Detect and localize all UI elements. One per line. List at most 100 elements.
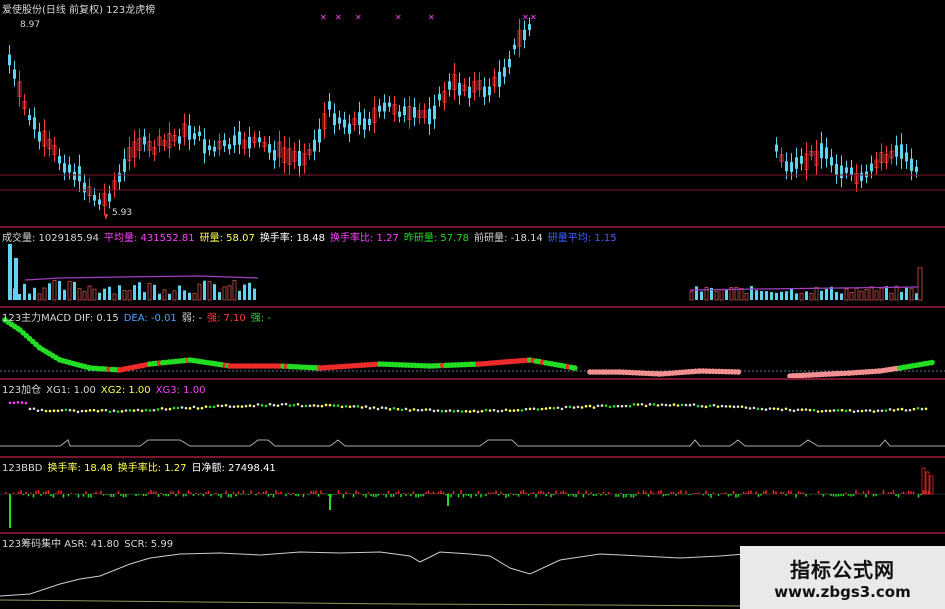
volume-bar bbox=[77, 288, 82, 301]
join-dot bbox=[308, 404, 312, 408]
join-dot bbox=[764, 408, 768, 411]
volume-bar bbox=[739, 288, 744, 301]
join-dot bbox=[444, 409, 448, 413]
join-dot bbox=[516, 408, 520, 412]
volume-bar bbox=[760, 290, 763, 300]
volume-panel[interactable]: 成交量: 1029185.94 平均量: 431552.81 研量: 58.07 换手… bbox=[0, 228, 945, 306]
join-dot bbox=[428, 408, 432, 411]
volume-legend-value: 平均量: 431552.81 bbox=[104, 233, 195, 244]
volume-bar bbox=[849, 292, 854, 301]
join-dot bbox=[28, 407, 32, 411]
join-dot bbox=[232, 405, 236, 408]
join-dot bbox=[912, 407, 916, 411]
stock-chart-window: ✕ ✕ ✕ ✕ ✕ ✕ ✕ 爱使股份(日线 前复权) 123龙虎榜 8.97 5.93 成交… bbox=[0, 0, 945, 609]
volume-bar bbox=[188, 292, 191, 300]
volume-bar bbox=[162, 289, 167, 301]
join-dot bbox=[92, 408, 96, 412]
join-dot bbox=[792, 409, 796, 413]
volume-bar bbox=[785, 291, 788, 300]
volume-bar bbox=[213, 284, 216, 300]
volume-bar bbox=[725, 289, 728, 300]
join-dot bbox=[548, 406, 552, 410]
join-dot bbox=[644, 404, 648, 408]
join-dot bbox=[364, 405, 368, 408]
volume-bar bbox=[218, 292, 221, 300]
candle-body bbox=[900, 144, 903, 159]
join-dot bbox=[804, 408, 808, 411]
signal-marker: ✕ bbox=[355, 13, 362, 22]
join-dot bbox=[664, 403, 668, 407]
join-dot bbox=[908, 408, 912, 412]
join-dot bbox=[884, 409, 888, 412]
join-dot bbox=[260, 404, 264, 407]
volume-bar bbox=[719, 289, 724, 301]
join-dot bbox=[776, 407, 780, 411]
join-dot bbox=[380, 406, 384, 409]
join-dot bbox=[332, 404, 336, 407]
candle-body bbox=[328, 101, 331, 110]
join-dot bbox=[616, 404, 620, 408]
candlestick-chart[interactable]: ✕ ✕ ✕ ✕ ✕ ✕ ✕ bbox=[0, 0, 945, 226]
volume-legend-value: 研量: 58.07 bbox=[199, 233, 255, 244]
volume-bar bbox=[859, 290, 864, 301]
price-panel-title: 爱使股份(日线 前复权) 123龙虎榜 bbox=[2, 1, 160, 16]
candle-body bbox=[338, 117, 341, 124]
volume-bar bbox=[63, 289, 66, 300]
join-panel[interactable]: 123加仓 XG1: 1.00 XG2: 1.00 XG3: 1.00 bbox=[0, 380, 945, 456]
join-dot bbox=[240, 405, 244, 408]
join-dot bbox=[304, 404, 308, 408]
candle-body bbox=[433, 105, 436, 120]
join-dot bbox=[156, 408, 160, 411]
join-dot bbox=[464, 409, 468, 413]
volume-bar bbox=[885, 286, 888, 300]
candle-body bbox=[523, 29, 526, 41]
join-dot bbox=[484, 408, 488, 412]
volume-bar bbox=[33, 287, 36, 300]
join-dot bbox=[352, 405, 356, 408]
join-dot bbox=[556, 406, 560, 410]
volume-bar bbox=[253, 288, 256, 300]
join-dot bbox=[704, 405, 708, 409]
bbd-panel[interactable]: 123BBD 换手率: 18.48 换手率比: 1.27 日净额: 27498.41 bbox=[0, 458, 945, 532]
volume-bar bbox=[207, 281, 212, 301]
candle-body bbox=[188, 125, 191, 140]
candle-body bbox=[388, 102, 391, 107]
volume-bar bbox=[917, 267, 923, 301]
join-dot bbox=[620, 404, 624, 408]
join-dot bbox=[228, 405, 232, 408]
macd-legend-value: 强: - bbox=[250, 313, 271, 324]
join-dot bbox=[736, 405, 740, 408]
candle-body bbox=[528, 24, 531, 31]
join-dot bbox=[300, 404, 304, 408]
join-dot bbox=[476, 410, 480, 414]
join-dot bbox=[488, 409, 492, 412]
bbd-legend-value: 换手率: 18.48 bbox=[47, 463, 113, 474]
join-dot bbox=[540, 407, 544, 411]
join-dot bbox=[532, 407, 536, 411]
volume-bar bbox=[23, 283, 26, 300]
candle-body bbox=[790, 162, 793, 172]
candle-body bbox=[835, 163, 838, 176]
volume-legend-value: 研量平均: 1.15 bbox=[547, 233, 617, 244]
join-dot bbox=[864, 409, 868, 412]
join-dot bbox=[384, 406, 388, 410]
join-dot bbox=[372, 406, 376, 409]
candle-body bbox=[38, 131, 41, 142]
volume-bar bbox=[118, 285, 121, 300]
join-dot bbox=[544, 407, 548, 410]
price-panel[interactable]: ✕ ✕ ✕ ✕ ✕ ✕ ✕ 爱使股份(日线 前复权) 123龙虎榜 8.97 5.93 bbox=[0, 0, 945, 226]
join-dot bbox=[236, 405, 240, 408]
join-dot bbox=[872, 410, 876, 413]
join-dot bbox=[356, 405, 360, 408]
volume-bar bbox=[67, 280, 72, 301]
bbd-bar bbox=[921, 467, 926, 495]
volume-bar bbox=[744, 293, 749, 301]
signal-marker: ✕ bbox=[530, 13, 537, 22]
join-dot bbox=[160, 407, 164, 410]
candle-body bbox=[845, 167, 848, 173]
join-dot bbox=[68, 408, 72, 412]
join-dot bbox=[512, 409, 516, 412]
volume-bar bbox=[168, 293, 171, 300]
join-dot bbox=[436, 409, 440, 412]
macd-panel[interactable]: 123主力MACD DIF: 0.15 DEA: -0.01 弱: - 强: 7.10… bbox=[0, 308, 945, 378]
